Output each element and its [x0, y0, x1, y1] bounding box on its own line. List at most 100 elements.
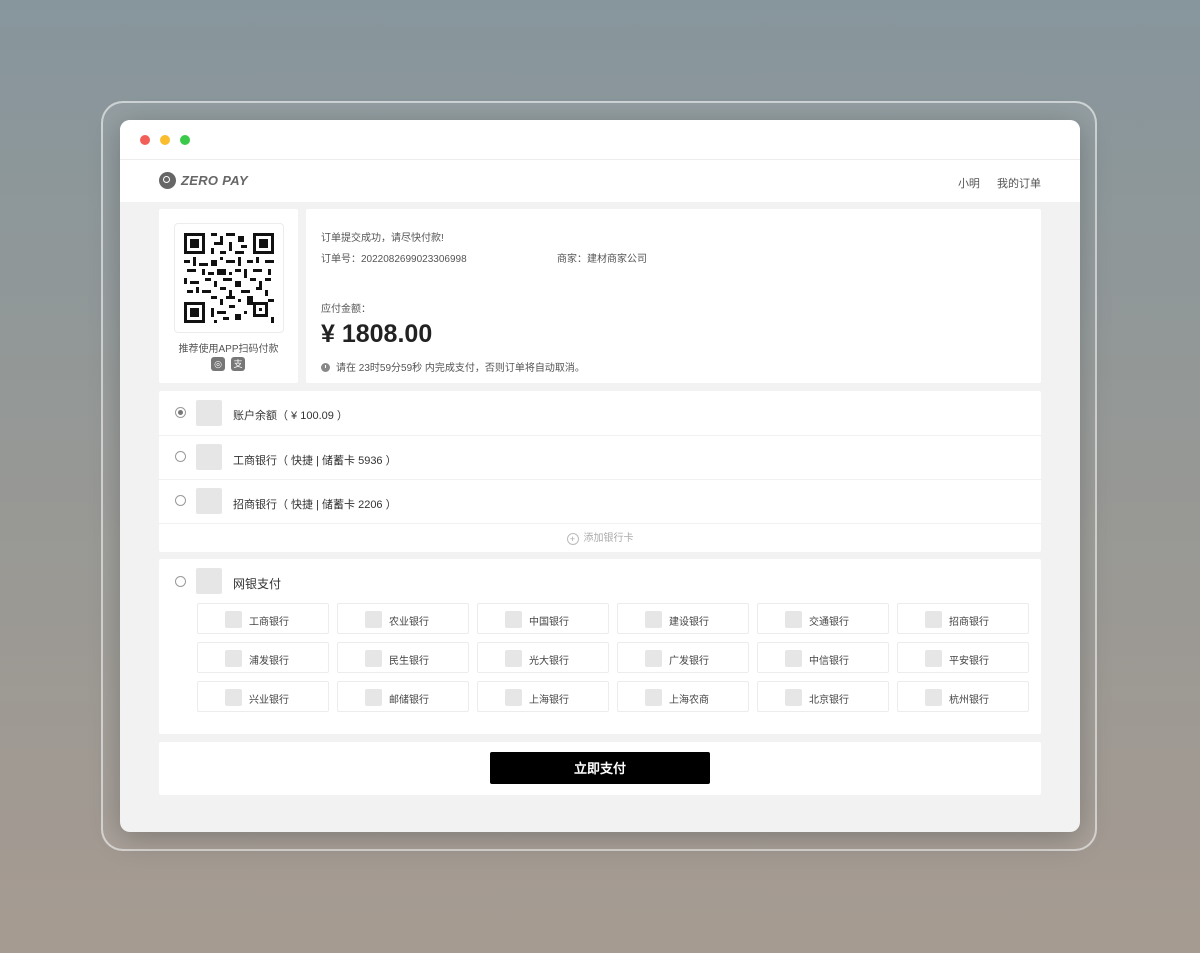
- pay-now-button[interactable]: 立即支付: [490, 752, 710, 784]
- bank-option[interactable]: 广发银行: [617, 642, 749, 673]
- bank-option[interactable]: 上海银行: [477, 681, 609, 712]
- bank-option[interactable]: 光大银行: [477, 642, 609, 673]
- deadline-note: 请在 23时59分59秒 内完成支付，否则订单将自动取消。: [321, 359, 585, 374]
- merchant-name: 商家：建材商家公司: [557, 254, 647, 265]
- bank-name: 上海农商: [669, 695, 709, 706]
- balance-icon: [196, 400, 222, 426]
- pay-action-card: 立即支付: [159, 742, 1041, 795]
- bank-logo-icon: [645, 650, 662, 667]
- bank-name: 光大银行: [529, 656, 569, 667]
- bank-name: 平安银行: [949, 656, 989, 667]
- bank-name: 交通银行: [809, 617, 849, 628]
- bank-option[interactable]: 北京银行: [757, 681, 889, 712]
- qr-tip-text: 推荐使用APP扫码付款: [178, 344, 279, 355]
- bank-name: 民生银行: [389, 656, 429, 667]
- qr-code-icon: [184, 233, 274, 323]
- bank-logo-icon: [785, 650, 802, 667]
- method-label: 工商银行（ 快捷 | 储蓄卡 5936 ）: [233, 455, 397, 467]
- radio-icbc[interactable]: [175, 451, 186, 462]
- bank-name: 上海银行: [529, 695, 569, 706]
- user-name-link[interactable]: 小明: [958, 178, 980, 190]
- netbank-icon: [196, 568, 222, 594]
- browser-window: ZERO PAY 小明 我的订单 推荐使用APP扫码付款 ◎ 支 订单提交成功，…: [120, 120, 1080, 832]
- logo-text: ZERO PAY: [181, 173, 248, 188]
- bank-name: 建设银行: [669, 617, 709, 628]
- bank-option[interactable]: 中信银行: [757, 642, 889, 673]
- wechat-icon: ◎: [211, 357, 225, 371]
- order-info-card: 订单提交成功，请尽快付款! 订单号：2022082699023306998 商家…: [306, 209, 1041, 383]
- bank-option[interactable]: 中国银行: [477, 603, 609, 634]
- bank-name: 邮储银行: [389, 695, 429, 706]
- bank-option[interactable]: 建设银行: [617, 603, 749, 634]
- close-window-button[interactable]: [140, 135, 150, 145]
- bank-name: 杭州银行: [949, 695, 989, 706]
- radio-balance[interactable]: [175, 407, 186, 418]
- radio-cmb[interactable]: [175, 495, 186, 506]
- bank-logo-icon: [925, 689, 942, 706]
- nav-links: 小明 我的订单: [944, 175, 1041, 191]
- qr-card: 推荐使用APP扫码付款 ◎ 支: [159, 209, 298, 383]
- bank-name: 中国银行: [529, 617, 569, 628]
- bank-logo-icon: [925, 650, 942, 667]
- bank-logo-icon: [196, 488, 222, 514]
- bank-option[interactable]: 民生银行: [337, 642, 469, 673]
- bank-name: 中信银行: [809, 656, 849, 667]
- qr-code: [174, 223, 284, 333]
- bank-logo-icon: [505, 650, 522, 667]
- bank-logo-icon: [225, 611, 242, 628]
- bank-logo-icon: [645, 611, 662, 628]
- bank-option[interactable]: 工商银行: [197, 603, 329, 634]
- netbank-card: 网银支付 工商银行 农业银行 中国银行 建设银行 交通银行 招商银行 浦发银行 …: [159, 559, 1041, 734]
- bank-logo-icon: [365, 650, 382, 667]
- amount-value: ¥ 1808.00: [321, 320, 433, 348]
- bank-logo-icon: [925, 611, 942, 628]
- add-card-label: 添加银行卡: [583, 533, 634, 544]
- bank-logo-icon: [505, 611, 522, 628]
- bank-logo-icon: [196, 444, 222, 470]
- bank-logo-icon: [365, 611, 382, 628]
- logo[interactable]: ZERO PAY: [159, 172, 248, 189]
- deadline-text: 请在 23时59分59秒 内完成支付，否则订单将自动取消。: [336, 363, 585, 374]
- bank-option[interactable]: 邮储银行: [337, 681, 469, 712]
- method-label: 账户余额（ ¥ 100.09 ）: [233, 410, 348, 422]
- bank-logo-icon: [785, 611, 802, 628]
- bank-logo-icon: [505, 689, 522, 706]
- bank-grid: 工商银行 农业银行 中国银行 建设银行 交通银行 招商银行 浦发银行 民生银行 …: [197, 603, 1029, 712]
- order-number: 订单号：2022082699023306998: [321, 254, 467, 265]
- method-row-balance[interactable]: 账户余额（ ¥ 100.09 ）: [159, 391, 1041, 436]
- bank-option[interactable]: 浦发银行: [197, 642, 329, 673]
- clock-icon: [321, 363, 330, 372]
- bank-name: 北京银行: [809, 695, 849, 706]
- logo-icon: [159, 172, 176, 189]
- maximize-window-button[interactable]: [180, 135, 190, 145]
- add-bank-card-button[interactable]: + 添加银行卡: [159, 529, 1041, 545]
- bank-option[interactable]: 农业银行: [337, 603, 469, 634]
- bank-option[interactable]: 上海农商: [617, 681, 749, 712]
- bank-option[interactable]: 交通银行: [757, 603, 889, 634]
- my-orders-link[interactable]: 我的订单: [997, 178, 1041, 190]
- alipay-icon: 支: [231, 357, 245, 371]
- bank-name: 招商银行: [949, 617, 989, 628]
- bank-logo-icon: [225, 650, 242, 667]
- bank-option[interactable]: 杭州银行: [897, 681, 1029, 712]
- bank-name: 浦发银行: [249, 656, 289, 667]
- bank-option[interactable]: 兴业银行: [197, 681, 329, 712]
- bank-name: 兴业银行: [249, 695, 289, 706]
- bank-logo-icon: [785, 689, 802, 706]
- method-label: 招商银行（ 快捷 | 储蓄卡 2206 ）: [233, 499, 397, 511]
- radio-netbank[interactable]: [175, 576, 186, 587]
- pay-app-icons: ◎ 支: [211, 357, 245, 371]
- window-titlebar: [120, 120, 1080, 160]
- bank-name: 工商银行: [249, 617, 289, 628]
- bank-option[interactable]: 招商银行: [897, 603, 1029, 634]
- order-success-message: 订单提交成功，请尽快付款!: [321, 233, 444, 244]
- bank-logo-icon: [645, 689, 662, 706]
- method-row-icbc[interactable]: 工商银行（ 快捷 | 储蓄卡 5936 ）: [159, 435, 1041, 480]
- minimize-window-button[interactable]: [160, 135, 170, 145]
- method-row-cmb[interactable]: 招商银行（ 快捷 | 储蓄卡 2206 ）: [159, 479, 1041, 524]
- bank-name: 农业银行: [389, 617, 429, 628]
- bank-logo-icon: [365, 689, 382, 706]
- payment-methods-card: 账户余额（ ¥ 100.09 ） 工商银行（ 快捷 | 储蓄卡 5936 ） 招…: [159, 391, 1041, 552]
- bank-option[interactable]: 平安银行: [897, 642, 1029, 673]
- netbank-title: 网银支付: [233, 577, 282, 591]
